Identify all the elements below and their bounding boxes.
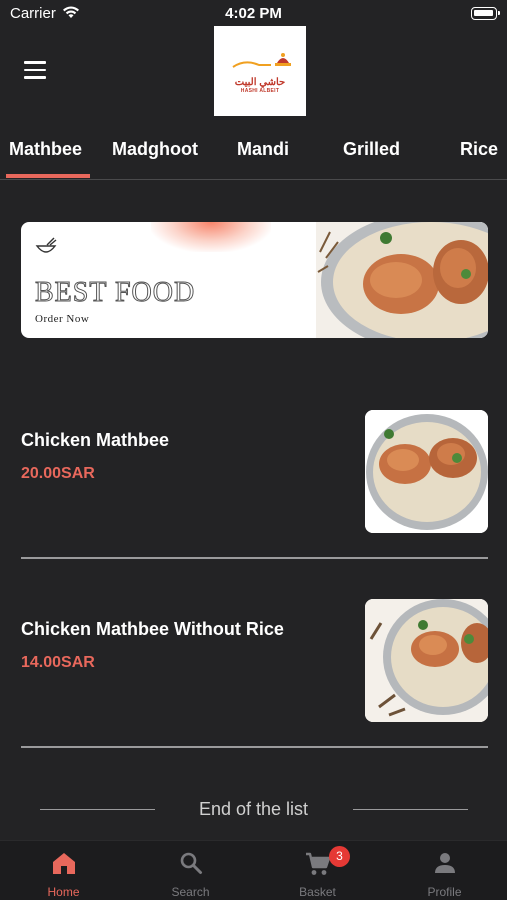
battery-icon [471,7,500,20]
logo-mark-icon [232,52,291,68]
category-tabs: Mathbee Madghoot Mandi Grilled Rice [0,126,507,180]
tab-rice[interactable]: Rice [460,139,498,160]
hamburger-icon [24,61,46,64]
menu-item[interactable]: Chicken Mathbee Without Rice 14.00SAR [21,599,488,722]
promo-banner[interactable]: BEST FOOD Order Now [21,222,488,338]
cart-icon [305,851,331,882]
tab-grilled[interactable]: Grilled [343,139,400,160]
logo-text-arabic: حاشي البيت [234,76,286,88]
nav-home[interactable]: Home [0,841,127,900]
home-icon [51,851,77,880]
item-divider [21,746,488,748]
search-icon [179,851,203,880]
banner-glow [151,222,271,252]
logo-text-english: HASHI ALBEIT [240,87,280,94]
item-price: 14.00SAR [21,654,95,671]
nav-basket-label: Basket [299,885,336,899]
tab-madghoot[interactable]: Madghoot [112,139,198,160]
nav-profile-label: Profile [427,885,462,899]
menu-item[interactable]: Chicken Mathbee 20.00SAR [21,410,488,533]
item-image [365,599,488,722]
bottom-nav: Home Search 3 Basket Profile [0,840,507,900]
nav-home-label: Home [47,885,80,899]
status-bar: Carrier 4:02 PM [0,0,507,28]
menu-button[interactable] [22,61,48,81]
banner-title: BEST FOOD [34,277,196,309]
item-name: Chicken Mathbee [21,430,170,450]
end-of-list: End of the list [0,798,507,822]
item-image [365,410,488,533]
nav-basket[interactable]: 3 Basket [254,841,381,900]
banner-order-now[interactable]: Order Now [35,313,89,325]
item-name: Chicken Mathbee Without Rice [21,619,284,639]
brand-logo: حاشي البيت HASHI ALBEIT [214,26,306,116]
item-price: 20.00SAR [21,465,95,482]
end-line-right [353,809,468,810]
person-icon [433,851,457,880]
nav-search[interactable]: Search [127,841,254,900]
nav-profile[interactable]: Profile [381,841,507,900]
item-divider [21,557,488,559]
tab-mathbee[interactable]: Mathbee [9,139,82,160]
banner-food-image [316,222,488,338]
clock: 4:02 PM [225,5,282,22]
active-tab-indicator [6,174,90,178]
basket-count-badge: 3 [329,846,350,867]
tab-mandi[interactable]: Mandi [237,139,289,160]
nav-search-label: Search [171,885,210,899]
bowl-icon [35,236,57,261]
